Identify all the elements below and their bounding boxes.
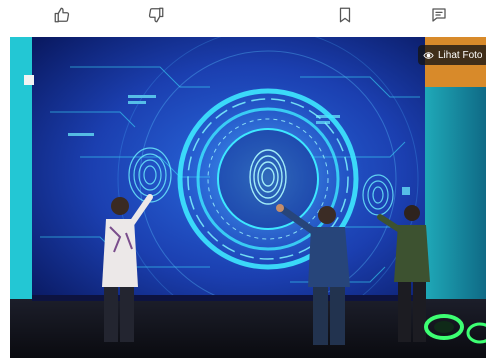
like-button[interactable] (50, 3, 74, 27)
eye-icon (423, 51, 434, 59)
bookmark-button[interactable] (333, 3, 357, 27)
view-photo-button[interactable]: Lihat Foto (418, 45, 486, 65)
comment-button[interactable] (427, 3, 451, 27)
article-photo[interactable]: Lihat Foto (10, 37, 486, 358)
thumbs-up-icon (54, 7, 70, 23)
thumbs-down-icon (148, 7, 164, 23)
reaction-toolbar (0, 0, 486, 30)
view-photo-label: Lihat Foto (438, 49, 483, 61)
event-stage-photo (10, 37, 486, 358)
bookmark-icon (339, 7, 351, 23)
dislike-button[interactable] (144, 3, 168, 27)
comment-icon (432, 8, 446, 22)
article-media-section: Lihat Foto (0, 0, 486, 358)
